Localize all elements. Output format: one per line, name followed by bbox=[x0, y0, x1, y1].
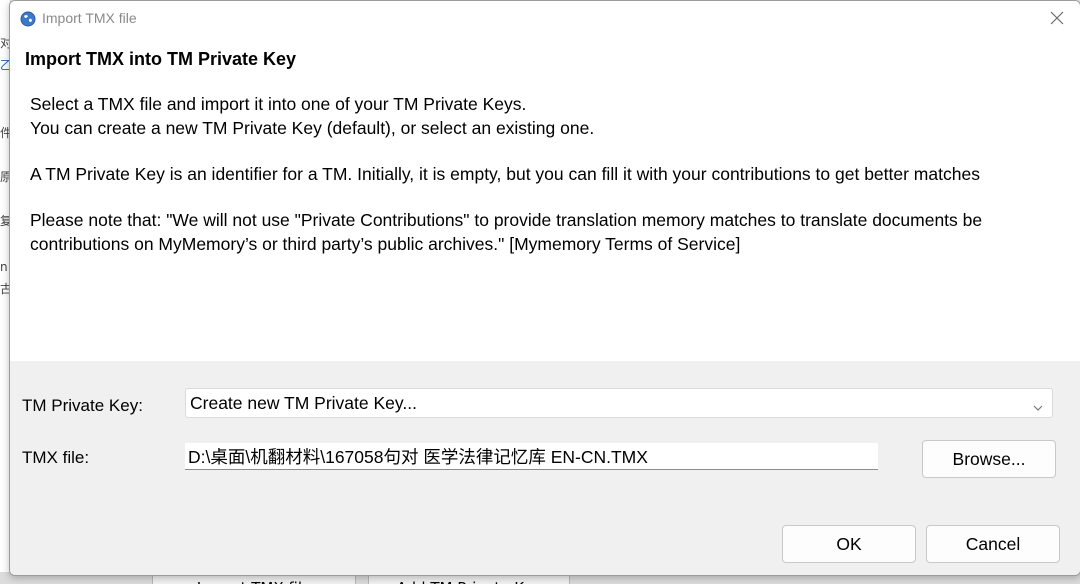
ok-button[interactable]: OK bbox=[782, 525, 916, 563]
description-line: Select a TMX file and import it into one… bbox=[30, 94, 527, 114]
background-text: 原 bbox=[0, 170, 9, 184]
form-panel: TM Private Key: Create new TM Private Ke… bbox=[10, 361, 1080, 575]
background-text: 件 bbox=[0, 126, 9, 140]
tmx-file-label: TMX file: bbox=[22, 448, 90, 467]
window-title: Import TMX file bbox=[42, 10, 137, 26]
import-tmx-dialog: Import TMX file Import TMX into TM Priva… bbox=[9, 0, 1080, 576]
description-line: A TM Private Key is an identifier for a … bbox=[30, 164, 980, 184]
background-text: n bbox=[0, 260, 8, 274]
description-line: Please note that: "We will not use "Priv… bbox=[30, 210, 983, 230]
chevron-down-icon bbox=[1032, 398, 1044, 411]
background-text: 古 bbox=[0, 282, 9, 296]
close-icon bbox=[1050, 10, 1064, 29]
tm-key-label: TM Private Key: bbox=[22, 396, 143, 415]
background-text: 复 bbox=[0, 214, 9, 228]
description-line: You can create a new TM Private Key (def… bbox=[30, 118, 595, 138]
tm-key-select[interactable]: Create new TM Private Key... bbox=[185, 388, 1053, 418]
background-text: 乙 bbox=[0, 58, 9, 72]
description-panel: Import TMX into TM Private Key Select a … bbox=[10, 37, 1080, 361]
description-line: contributions on MyMemory’s or third par… bbox=[30, 234, 741, 254]
browse-button[interactable]: Browse... bbox=[922, 440, 1056, 478]
globe-icon bbox=[20, 11, 36, 27]
close-button[interactable] bbox=[1034, 1, 1080, 37]
background-text: 对 bbox=[0, 36, 9, 50]
title-bar: Import TMX file bbox=[10, 1, 1080, 37]
cancel-button[interactable]: Cancel bbox=[926, 525, 1060, 563]
dialog-heading: Import TMX into TM Private Key bbox=[25, 49, 297, 69]
tm-key-selected-value: Create new TM Private Key... bbox=[190, 393, 417, 413]
tmx-file-input[interactable] bbox=[185, 443, 878, 470]
